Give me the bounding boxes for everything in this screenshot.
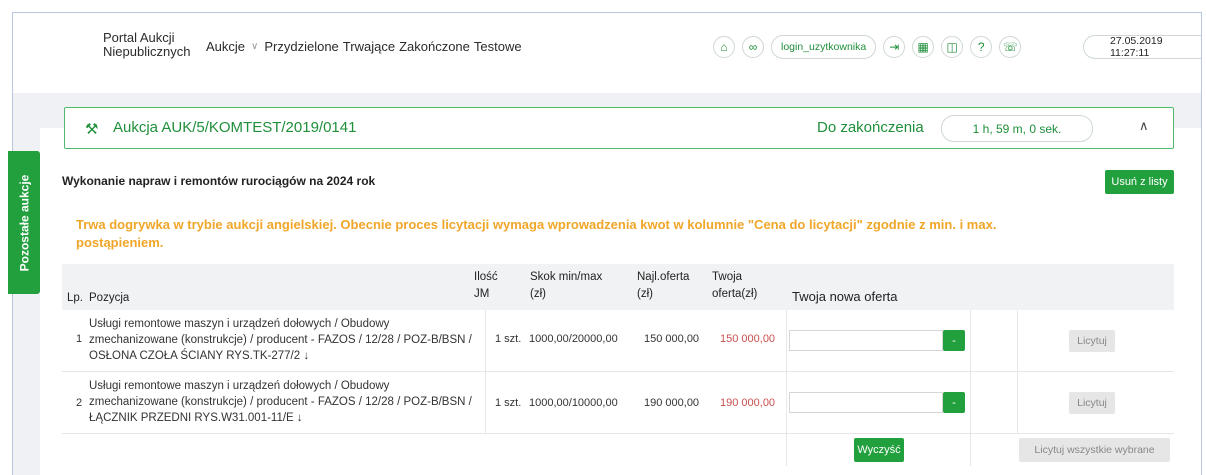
remove-from-list-button[interactable]: Usuń z listy bbox=[1105, 170, 1174, 194]
chevron-up-icon[interactable]: ∧ bbox=[1139, 118, 1149, 134]
new-offer-input[interactable] bbox=[789, 392, 943, 413]
other-auctions-label: Pozostałe aukcje bbox=[17, 174, 31, 271]
row-best-offer: 150 000,00 bbox=[644, 333, 700, 345]
countdown-value: 1 h, 59 m, 0 sek. bbox=[941, 115, 1093, 142]
phone-icon[interactable]: ☏ bbox=[999, 36, 1022, 58]
table-header: Lp. Pozycja Ilość JM Skok min/max (zł) N… bbox=[62, 264, 1174, 310]
header-pozycja: Pozycja bbox=[89, 292, 130, 304]
row-range: 1000,00/10000,00 bbox=[529, 397, 618, 409]
bid-button[interactable]: Licytuj bbox=[1069, 392, 1115, 414]
gavel-icon: ⚒ bbox=[85, 121, 99, 138]
auction-header[interactable]: ⚒ Aukcja AUK/5/KOMTEST/2019/0141 Do zako… bbox=[64, 107, 1174, 149]
main-nav: Aukcje ∨ Przydzielone Trwające Zakończon… bbox=[206, 39, 526, 54]
clear-offer-button[interactable]: - bbox=[943, 392, 965, 413]
row-range: 1000,00/20000,00 bbox=[529, 333, 618, 345]
nav-aukcje[interactable]: Aukcje bbox=[206, 39, 245, 54]
clear-all-button[interactable]: Wyczyść bbox=[854, 438, 904, 462]
row-qty: 1 szt. bbox=[495, 397, 522, 409]
header-najl: Najl.oferta bbox=[637, 271, 690, 283]
help-icon[interactable]: ? bbox=[970, 36, 993, 58]
row-lp: 1 bbox=[76, 333, 83, 345]
nav-przydzielone[interactable]: Przydzielone bbox=[264, 39, 338, 54]
header-lp: Lp. bbox=[67, 292, 83, 304]
brand-line-1: Portal Aukcji bbox=[103, 30, 175, 45]
new-offer-input[interactable] bbox=[789, 330, 943, 351]
auction-title: Aukcja AUK/5/KOMTEST/2019/0141 bbox=[113, 119, 357, 136]
brand-logo[interactable]: Portal Aukcji Niepublicznych bbox=[103, 31, 190, 59]
row-qty: 1 szt. bbox=[495, 333, 522, 345]
brand-line-2: Niepublicznych bbox=[103, 44, 191, 59]
row-pozycja[interactable]: Usługi remontowe maszyn i urządzeń dołow… bbox=[89, 378, 474, 426]
bid-button[interactable]: Licytuj bbox=[1069, 330, 1115, 352]
row-own-offer: 150 000,00 bbox=[720, 333, 776, 345]
building-icon[interactable]: ▦ bbox=[912, 36, 935, 58]
nav-testowe[interactable]: Testowe bbox=[474, 39, 522, 54]
table-footer: Wyczyść Licytuj wszystkie wybrane bbox=[62, 434, 1174, 466]
row-lp: 2 bbox=[76, 397, 83, 409]
book-icon[interactable]: ◫ bbox=[941, 36, 964, 58]
table-row: 1 Usługi remontowe maszyn i urządzeń doł… bbox=[62, 310, 1174, 372]
datetime-pill: 27.05.2019 11:27:11 bbox=[1083, 35, 1201, 59]
header-ilosc: Ilość bbox=[474, 271, 498, 283]
header-twoja: Twoja bbox=[712, 271, 743, 283]
topbar-icons: ⌂ ∞ login_uzytkownika ⇥ ▦ ◫ ? ☏ bbox=[713, 35, 1028, 59]
countdown-label: Do zakończenia bbox=[817, 119, 924, 136]
auction-name: Wykonanie napraw i remontów rurociągów n… bbox=[62, 174, 376, 188]
row-own-offer: 190 000,00 bbox=[720, 397, 776, 409]
header-skok-unit: (zł) bbox=[530, 288, 546, 300]
header-najl-unit: (zł) bbox=[637, 288, 653, 300]
other-auctions-tab[interactable]: Pozostałe aukcje bbox=[8, 151, 40, 294]
home-icon[interactable]: ⌂ bbox=[713, 36, 735, 58]
table-row: 2 Usługi remontowe maszyn i urządzeń doł… bbox=[62, 372, 1174, 434]
header-nowa: Twoja nowa oferta bbox=[792, 289, 898, 304]
auction-notice: Trwa dogrywka w trybie aukcji angielskie… bbox=[76, 217, 997, 250]
header-skok: Skok min/max bbox=[530, 271, 603, 283]
nav-trwajace[interactable]: Trwające bbox=[343, 39, 395, 54]
clear-offer-button[interactable]: - bbox=[943, 330, 965, 351]
row-pozycja[interactable]: Usługi remontowe maszyn i urządzeń dołow… bbox=[89, 316, 474, 364]
link-icon[interactable]: ∞ bbox=[742, 36, 764, 58]
nav-zakonczone[interactable]: Zakończone bbox=[399, 39, 470, 54]
bid-all-selected-button[interactable]: Licytuj wszystkie wybrane bbox=[1019, 438, 1170, 462]
logout-icon[interactable]: ⇥ bbox=[883, 36, 906, 58]
user-login-pill[interactable]: login_uzytkownika bbox=[771, 35, 877, 59]
chevron-down-icon[interactable]: ∨ bbox=[251, 41, 258, 52]
header-jm: JM bbox=[474, 288, 490, 300]
header-twoja-unit: oferta(zł) bbox=[712, 288, 758, 300]
row-best-offer: 190 000,00 bbox=[644, 397, 700, 409]
